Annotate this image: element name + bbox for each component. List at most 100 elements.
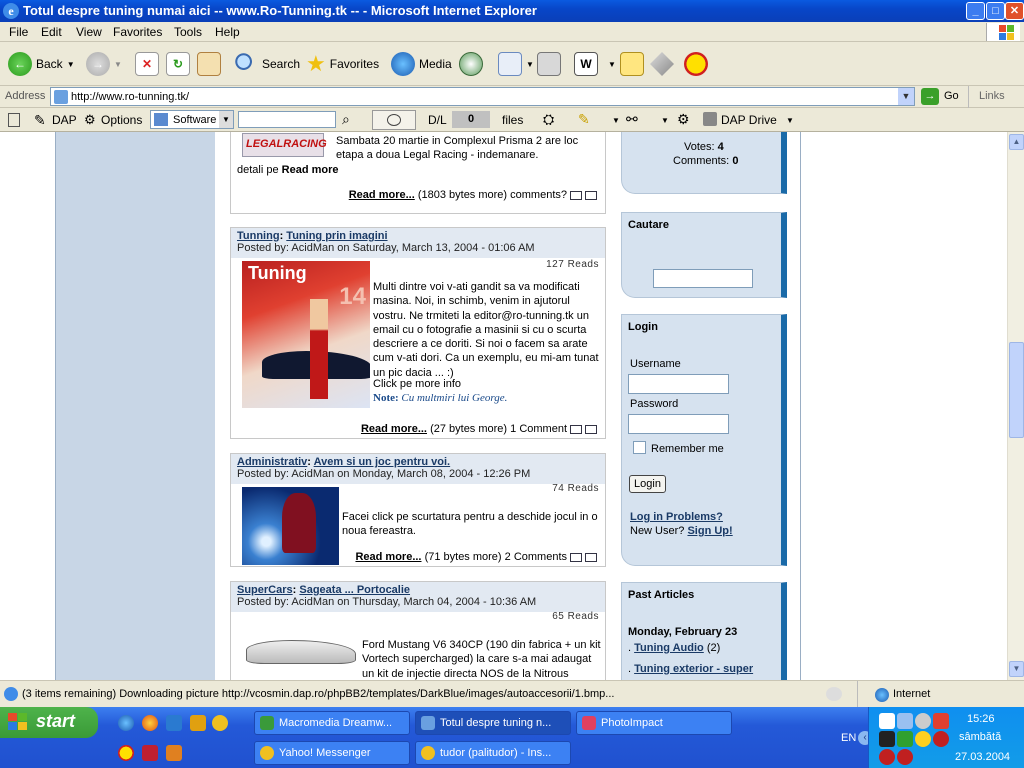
- go-arrow-icon[interactable]: →: [921, 88, 939, 105]
- login-button[interactable]: Login: [629, 475, 666, 493]
- stop-button[interactable]: ✕: [135, 50, 159, 78]
- back-button[interactable]: ← Back ▼: [8, 50, 75, 78]
- ls-tray-icon[interactable]: [879, 749, 895, 765]
- task-yahoo-messenger[interactable]: Yahoo! Messenger: [254, 741, 410, 765]
- password-input[interactable]: [628, 414, 729, 434]
- history-button[interactable]: [459, 50, 483, 78]
- address-dropdown[interactable]: ▼: [898, 88, 914, 105]
- post-category-link[interactable]: Administrativ: [237, 456, 307, 468]
- past-article-link[interactable]: Tuning Audio: [634, 642, 704, 654]
- post-category-link[interactable]: Tunning: [237, 230, 280, 242]
- print-icon[interactable]: [585, 424, 597, 434]
- task-dreamweaver[interactable]: Macromedia Dreamw...: [254, 711, 410, 735]
- maximize-button[interactable]: □: [986, 2, 1005, 20]
- past-article-link[interactable]: Tuning exterior - super: [634, 663, 753, 675]
- app-quicklaunch-icon[interactable]: [190, 715, 206, 731]
- post-title-link[interactable]: Tuning prin imagini: [286, 230, 387, 242]
- gear-icon[interactable]: ⚙: [677, 111, 690, 128]
- email-icon[interactable]: [570, 424, 582, 434]
- task-internet-explorer[interactable]: Totul despre tuning n...: [415, 711, 571, 735]
- home-button[interactable]: [197, 50, 221, 78]
- forward-button[interactable]: → ▼: [86, 50, 122, 78]
- read-more-link[interactable]: Read more...: [349, 189, 415, 201]
- yahoo-quicklaunch-icon[interactable]: [118, 745, 134, 761]
- task-photoimpact[interactable]: PhotoImpact: [576, 711, 732, 735]
- chevron-down-icon[interactable]: ▼: [612, 116, 620, 125]
- menu-file[interactable]: File: [9, 25, 28, 39]
- firefox-quicklaunch-icon[interactable]: [142, 715, 158, 731]
- scroll-up-button[interactable]: ▲: [1009, 134, 1024, 150]
- mail-tray-icon[interactable]: [879, 713, 895, 729]
- go-button[interactable]: Go: [944, 90, 959, 102]
- game-image[interactable]: [242, 487, 339, 565]
- antivirus-tray-icon[interactable]: [933, 731, 949, 747]
- software-select[interactable]: Software ▼: [150, 110, 234, 129]
- read-more-link[interactable]: Read more...: [355, 551, 421, 563]
- search-icon[interactable]: ⌕: [342, 111, 350, 128]
- disk-tray-icon[interactable]: [915, 713, 931, 729]
- close-button[interactable]: ✕: [1005, 2, 1024, 20]
- messenger-button[interactable]: [650, 50, 674, 78]
- read-more-link[interactable]: Read more...: [361, 423, 427, 435]
- favorites-button[interactable]: ★ Favorites: [306, 50, 379, 78]
- scroll-down-button[interactable]: ▼: [1009, 661, 1024, 677]
- menu-favorites[interactable]: Favorites: [113, 25, 162, 39]
- chevron-down-icon[interactable]: ▼: [661, 116, 669, 125]
- options-button[interactable]: Options: [101, 113, 142, 127]
- mail-button[interactable]: ▼: [498, 50, 534, 78]
- menu-view[interactable]: View: [76, 25, 102, 39]
- media-quicklaunch-icon[interactable]: [166, 715, 182, 731]
- post-category-link[interactable]: SuperCars: [237, 584, 293, 596]
- chevron-down-icon[interactable]: ▼: [786, 116, 794, 125]
- yahoo-tray-icon[interactable]: [915, 731, 931, 747]
- sign-up-link[interactable]: Sign Up!: [687, 525, 732, 537]
- media-button[interactable]: Media: [391, 50, 452, 78]
- post-title-link[interactable]: Avem si un joc pentru voi.: [314, 456, 451, 468]
- flash-tray-icon[interactable]: [933, 713, 949, 729]
- monitor-tray-icon[interactable]: [879, 731, 895, 747]
- remember-checkbox[interactable]: [633, 441, 646, 454]
- vertical-scrollbar[interactable]: ▲ ▼: [1007, 132, 1024, 680]
- ie-quicklaunch-icon[interactable]: [118, 715, 134, 731]
- address-input[interactable]: http://www.ro-tunning.tk/ ▼: [50, 87, 915, 106]
- menu-help[interactable]: Help: [215, 25, 240, 39]
- print-button[interactable]: [537, 50, 561, 78]
- binoculars-icon[interactable]: ⛭: [543, 111, 554, 128]
- link-icon[interactable]: ⚯: [626, 111, 638, 128]
- clock-time[interactable]: 15:26: [967, 713, 995, 725]
- sk-tray-icon[interactable]: [897, 749, 913, 765]
- tools-quicklaunch-icon[interactable]: [166, 745, 182, 761]
- task-yahoo-im[interactable]: tudor (palitudor) - Ins...: [415, 741, 571, 765]
- network-tray-icon[interactable]: [897, 713, 913, 729]
- yahoo-button[interactable]: [684, 50, 708, 78]
- minimize-button[interactable]: _: [966, 2, 985, 20]
- start-button[interactable]: start: [0, 707, 98, 738]
- popup-blocked-icon[interactable]: [826, 687, 842, 701]
- dap-search-input[interactable]: [238, 111, 336, 128]
- save-quicklaunch-icon[interactable]: [142, 745, 158, 761]
- dap-drive-button[interactable]: DAP Drive: [721, 113, 777, 127]
- login-problems-link[interactable]: Log in Problems?: [630, 511, 723, 523]
- edit-button[interactable]: W ▼: [574, 50, 616, 78]
- search-input[interactable]: [653, 269, 753, 288]
- refresh-button[interactable]: ↻: [166, 50, 190, 78]
- shield-tray-icon[interactable]: [897, 731, 913, 747]
- email-icon[interactable]: [570, 190, 582, 200]
- title-bar[interactable]: e Totul despre tuning numai aici -- www.…: [0, 0, 1024, 22]
- scroll-thumb[interactable]: [1009, 342, 1024, 438]
- dap-target-button[interactable]: [372, 110, 416, 130]
- winamp-quicklaunch-icon[interactable]: [212, 715, 228, 731]
- dap-button[interactable]: DAP: [52, 113, 77, 127]
- post-title-link[interactable]: Sageata ... Portocalie: [299, 584, 410, 596]
- language-indicator[interactable]: EN: [841, 732, 856, 744]
- highlighter-icon[interactable]: ✎: [578, 111, 590, 128]
- links-button[interactable]: Links: [979, 90, 1005, 102]
- read-more-bold-link[interactable]: Read more: [282, 164, 339, 176]
- menu-tools[interactable]: Tools: [174, 25, 202, 39]
- search-button[interactable]: Search: [234, 50, 300, 78]
- discuss-button[interactable]: [620, 50, 644, 78]
- email-icon[interactable]: [570, 552, 582, 562]
- username-input[interactable]: [628, 374, 729, 394]
- print-icon[interactable]: [585, 190, 597, 200]
- print-icon[interactable]: [585, 552, 597, 562]
